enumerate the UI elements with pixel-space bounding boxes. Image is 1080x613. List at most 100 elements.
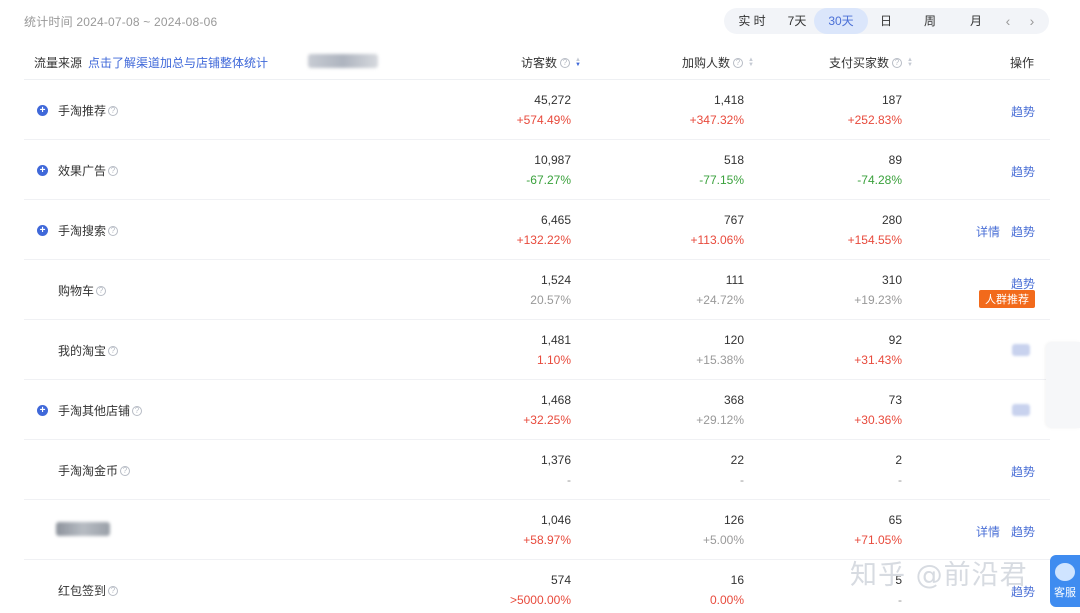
trend-link[interactable]: 趋势 xyxy=(1011,463,1035,480)
sort-icon[interactable]: ▲ ▼ xyxy=(748,57,754,68)
add-cart-value: 111 xyxy=(725,273,744,287)
visitors-value: 1,046 xyxy=(540,513,571,527)
next-period-icon[interactable]: › xyxy=(1020,8,1044,34)
header-visitors[interactable]: 访客数 ? ▲ ▼ xyxy=(521,54,581,71)
source-name-label: 我的淘宝 xyxy=(58,344,107,358)
header-ops: 操作 xyxy=(1009,56,1034,70)
add-cart-change: +5.00% xyxy=(702,533,744,547)
crowd-recommend-badge[interactable]: 人群推荐 xyxy=(979,290,1035,308)
visitors-change: 1.10% xyxy=(536,353,571,367)
buyers-change: - xyxy=(898,473,902,487)
add-cart-change: +113.06% xyxy=(690,233,745,247)
trend-link[interactable]: 趋势 xyxy=(1011,223,1035,240)
visitors-change: +32.25% xyxy=(523,413,571,427)
header-add-cart[interactable]: 加购人数 ? ▲ ▼ xyxy=(682,54,754,71)
add-cart-change: - xyxy=(740,473,744,487)
source-name: 我的淘宝? xyxy=(58,342,119,359)
visitors-change: - xyxy=(567,473,571,487)
visitors-value: 1,376 xyxy=(540,453,571,467)
row-ops: 趋势 xyxy=(1011,463,1035,480)
trend-link[interactable]: 趋势 xyxy=(1011,103,1035,120)
source-name: 手淘淘金币? xyxy=(58,462,131,479)
buyers-value: 280 xyxy=(881,213,902,227)
help-icon: ? xyxy=(108,225,119,236)
customer-service-button[interactable]: 客服 xyxy=(1050,555,1080,607)
buyers-change: +71.05% xyxy=(854,533,902,547)
visitors-change: +574.49% xyxy=(516,113,571,127)
prev-period-icon[interactable]: ‹ xyxy=(996,8,1020,34)
buyers-change: +252.83% xyxy=(847,113,902,127)
detail-link[interactable]: 详情 xyxy=(976,223,1000,240)
range-tabs: 实 时 7天 30天 日 周 月 ‹ › xyxy=(724,8,1049,34)
header-visitors-label: 访客数 xyxy=(521,56,558,70)
add-cart-value: 368 xyxy=(723,393,744,407)
source-name: 手淘搜索? xyxy=(58,222,119,239)
source-name-label: 手淘其他店铺 xyxy=(58,404,131,418)
add-cart-change: -77.15% xyxy=(699,173,744,187)
visitors-change: +132.22% xyxy=(516,233,571,247)
table-header: 流量来源 点击了解渠道加总与店铺整体统计 访客数 ? ▲ ▼ 加购人数 ? ▲ ▼ … xyxy=(24,42,1050,80)
visitors-value: 1,524 xyxy=(540,273,571,287)
tab-month[interactable]: 月 xyxy=(956,8,996,34)
trend-link[interactable]: 趋势 xyxy=(1011,523,1035,540)
visitors-value: 1,481 xyxy=(540,333,571,347)
buyers-value: 89 xyxy=(888,153,902,167)
buyers-value: 92 xyxy=(888,333,902,347)
add-cart-value: 126 xyxy=(723,513,744,527)
service-avatar-icon xyxy=(1055,562,1075,581)
side-panel-tab[interactable] xyxy=(1046,342,1080,428)
help-icon: ? xyxy=(108,105,119,116)
add-cart-value: 120 xyxy=(723,333,744,347)
help-icon: ? xyxy=(108,345,119,356)
add-cart-value: 1,418 xyxy=(713,93,744,107)
table-row: + 手淘其他店铺? 1,468 +32.25% 368 +29.12% 73 +30.36% xyxy=(24,380,1050,440)
add-cart-value: 22 xyxy=(730,453,744,467)
row-ops: 详情 趋势 xyxy=(976,223,1035,240)
visitors-value: 10,987 xyxy=(534,153,571,167)
source-name-label: 红包签到 xyxy=(58,584,107,598)
buyers-value: 73 xyxy=(888,393,902,407)
source-name-label: 手淘淘金币 xyxy=(58,464,119,478)
buyers-change: +31.43% xyxy=(854,353,902,367)
source-name-label: 手淘推荐 xyxy=(58,104,107,118)
table-row: 1,046 +58.97% 126 +5.00% 65 +71.05% 详情 趋势 xyxy=(24,500,1050,560)
tab-day[interactable]: 日 xyxy=(868,8,904,34)
expand-plus-icon[interactable]: + xyxy=(37,225,48,236)
sort-icon[interactable]: ▲ ▼ xyxy=(907,57,913,68)
visitors-change: -67.27% xyxy=(526,173,571,187)
visitors-value: 45,272 xyxy=(534,93,571,107)
header-add-cart-label: 加购人数 xyxy=(682,56,731,70)
add-cart-value: 16 xyxy=(730,573,744,587)
detail-link[interactable]: 详情 xyxy=(976,523,1000,540)
visitors-change: +58.97% xyxy=(523,533,571,547)
blurred-op xyxy=(1012,344,1030,356)
tab-7d[interactable]: 7天 xyxy=(780,8,814,34)
header-buyers[interactable]: 支付买家数 ? ▲ ▼ xyxy=(829,54,913,71)
service-label: 客服 xyxy=(1054,586,1076,599)
tab-30d[interactable]: 30天 xyxy=(814,8,868,34)
help-icon: ? xyxy=(120,465,131,476)
visitors-change: >5000.00% xyxy=(509,593,571,607)
trend-link[interactable]: 趋势 xyxy=(1011,163,1035,180)
source-name: 购物车? xyxy=(58,282,107,299)
sort-desc-icon[interactable]: ▲ ▼ xyxy=(575,57,581,68)
table-row: 我的淘宝? 1,481 1.10% 120 +15.38% 92 +31.43% xyxy=(24,320,1050,380)
source-name: 红包签到? xyxy=(58,582,119,599)
source-name: 手淘推荐? xyxy=(58,102,119,119)
help-icon: ? xyxy=(892,57,903,68)
tab-realtime[interactable]: 实 时 xyxy=(724,8,780,34)
expand-plus-icon[interactable]: + xyxy=(37,405,48,416)
buyers-value: 310 xyxy=(881,273,902,287)
add-cart-change: +347.32% xyxy=(689,113,744,127)
source-name-label: 效果广告 xyxy=(58,164,107,178)
row-ops: 趋势 xyxy=(1011,163,1035,180)
expand-plus-icon[interactable]: + xyxy=(37,105,48,116)
source-name: 手淘其他店铺? xyxy=(58,402,143,419)
blurred-source-name xyxy=(56,522,110,536)
tab-week[interactable]: 周 xyxy=(904,8,956,34)
help-icon: ? xyxy=(108,165,119,176)
expand-plus-icon[interactable]: + xyxy=(37,165,48,176)
source-name-label: 购物车 xyxy=(58,284,95,298)
buyers-value: 65 xyxy=(888,513,902,527)
channel-sum-link[interactable]: 点击了解渠道加总与店铺整体统计 xyxy=(88,54,268,71)
